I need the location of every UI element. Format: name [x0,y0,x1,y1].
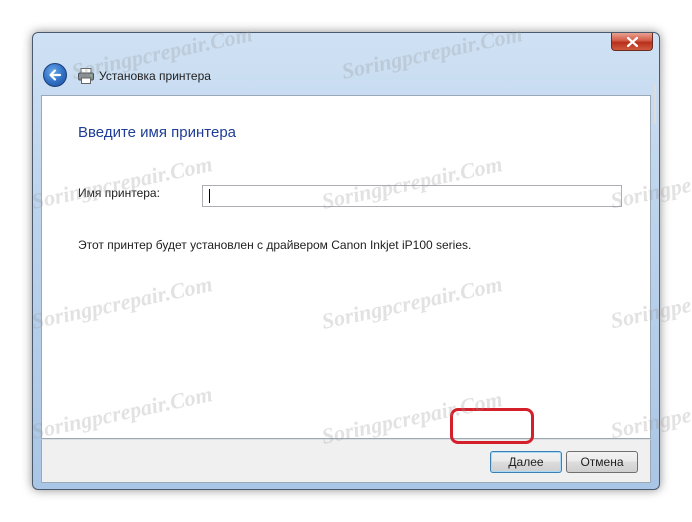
window-edge-shadow [654,84,656,124]
printer-name-input[interactable] [202,185,622,207]
wizard-content: Введите имя принтера Имя принтера: Этот … [41,95,651,439]
printer-name-label: Имя принтера: [78,186,160,200]
next-button[interactable]: Далее [490,451,562,473]
driver-info-text: Этот принтер будет установлен с драйверо… [78,238,472,252]
page-title: Введите имя принтера [78,124,236,141]
cancel-button[interactable]: Отмена [566,451,638,473]
wizard-header: Установка принтера [41,61,651,91]
printer-icon [78,68,94,84]
back-arrow-icon [49,69,62,81]
close-button[interactable] [611,33,653,51]
wizard-footer: Далее Отмена [41,439,651,483]
back-button[interactable] [43,63,67,87]
printer-setup-window: Установка принтера Введите имя принтера … [32,32,660,490]
close-icon [627,37,638,47]
window-title: Установка принтера [99,69,211,83]
text-caret [209,189,210,203]
